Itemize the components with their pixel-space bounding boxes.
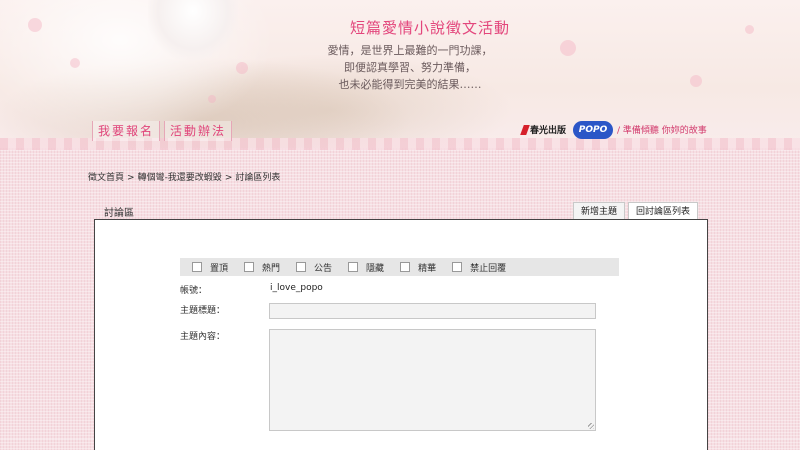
option-hide[interactable]: 隱藏 <box>348 261 384 274</box>
option-no-reply[interactable]: 禁止回覆 <box>452 261 506 274</box>
nav-rules-link[interactable]: 活動辦法 <box>164 121 233 141</box>
decor-dot <box>28 18 42 32</box>
announcement-checkbox[interactable] <box>296 262 307 272</box>
content-label: 主題內容： <box>180 332 226 342</box>
poem-line: 也未必能得到完美的結果…… <box>338 78 482 91</box>
page-title: 短篇愛情小說徵文活動 <box>349 19 510 37</box>
popo-logo[interactable]: POPO <box>573 121 613 139</box>
publisher-mark-icon <box>520 125 530 135</box>
decor-dot <box>236 62 248 74</box>
publisher-logo[interactable]: 春光出版 <box>520 123 566 139</box>
option-hot[interactable]: 熱門 <box>244 261 280 274</box>
featured-checkbox[interactable] <box>400 262 411 272</box>
breadcrumb-current: 討論區列表 <box>235 173 281 183</box>
panel-heading: 討論區 <box>104 208 134 219</box>
option-announcement[interactable]: 公告 <box>296 261 332 274</box>
pin-checkbox[interactable] <box>192 262 202 272</box>
breadcrumb: 徵文首頁 > 轉個彎-我還要改蝦毀 > 討論區列表 <box>88 170 280 183</box>
decor-dot <box>690 75 702 87</box>
breadcrumb-contest-link[interactable]: 轉個彎-我還要改蝦毀 <box>138 173 222 183</box>
decor-dot <box>560 40 576 56</box>
nav-signup-link[interactable]: 我要報名 <box>92 121 161 141</box>
decor-dot <box>745 25 754 34</box>
header-figure-image <box>148 0 238 60</box>
option-featured[interactable]: 精華 <box>400 261 436 274</box>
poem-line: 即便認真學習、努力準備， <box>344 61 476 74</box>
poem-line: 愛情，是世界上最難的一門功課， <box>327 44 493 57</box>
subject-label: 主題標題： <box>180 306 226 316</box>
header-banner: 短篇愛情小說徵文活動 愛情，是世界上最難的一門功課， 即便認真學習、努力準備， … <box>0 0 800 150</box>
breadcrumb-separator: > <box>224 173 233 183</box>
header-poem: 愛情，是世界上最難的一門功課， 即便認真學習、努力準備， 也未必能得到完美的結果… <box>300 42 520 93</box>
account-label: 帳號： <box>180 286 208 296</box>
breadcrumb-home-link[interactable]: 徵文首頁 <box>88 173 124 183</box>
account-value: i_love_popo <box>270 283 323 293</box>
content-textarea[interactable] <box>269 329 596 431</box>
decor-dot <box>208 95 216 103</box>
decor-dot <box>70 58 80 68</box>
subject-input[interactable] <box>269 303 596 319</box>
hide-checkbox[interactable] <box>348 262 359 272</box>
no-reply-checkbox[interactable] <box>452 262 463 272</box>
brand-tagline: / 準備傾聽 你妳的故事 <box>617 126 707 136</box>
breadcrumb-separator: > <box>127 173 135 183</box>
resize-handle-icon[interactable] <box>588 423 594 429</box>
option-pin[interactable]: 置頂 <box>192 261 228 274</box>
hot-checkbox[interactable] <box>244 262 255 272</box>
topic-options-bar: 置頂 熱門 公告 隱藏 精華 禁止回覆 <box>180 258 619 276</box>
